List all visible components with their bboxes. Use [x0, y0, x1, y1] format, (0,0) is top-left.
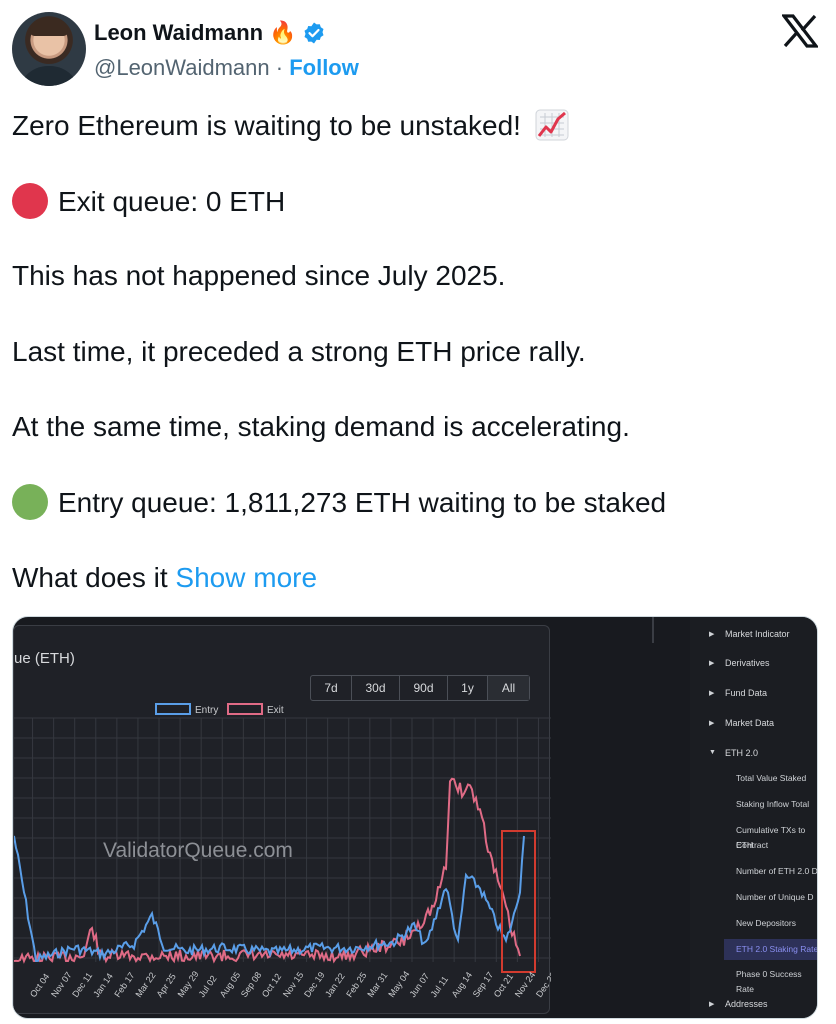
- x-tick-label: Feb 17: [112, 970, 136, 999]
- chart-legend: Entry Exit: [155, 703, 284, 716]
- sidebar-item-addresses[interactable]: Addresses: [725, 999, 768, 1009]
- sidebar-sub-contract[interactable]: Contract: [736, 838, 768, 853]
- tweet-line-2: Exit queue: 0 ETH: [12, 183, 285, 220]
- green-circle-icon: [12, 484, 48, 520]
- queue-chart: Entry Exit ValidatorQueue.com Oct 04Nov 0…: [14, 703, 551, 999]
- avatar-shirt: [18, 66, 80, 86]
- verified-badge-icon: [304, 22, 324, 44]
- sidebar-sub-unique[interactable]: Number of Unique D: [736, 890, 813, 905]
- expand-arrow-icon: ▶: [709, 720, 715, 727]
- exit-series-line: [14, 777, 521, 964]
- author-name[interactable]: Leon Waidmann: [94, 20, 263, 46]
- tweet-line-4: Last time, it preceded a strong ETH pric…: [12, 336, 586, 367]
- sidebar-item-market-data[interactable]: Market Data: [725, 718, 774, 728]
- x-tick-label: Feb 25: [344, 970, 368, 999]
- tweet-line-1: Zero Ethereum is waiting to be unstaked!: [12, 108, 569, 144]
- sidebar-sub-staking-inflow[interactable]: Staking Inflow Total: [736, 797, 809, 812]
- x-tick-label: Aug 14: [450, 970, 475, 999]
- x-tick-label: Oct 12: [260, 972, 283, 999]
- show-more-link[interactable]: Show more: [175, 562, 317, 593]
- tweet-line-1-text: Zero Ethereum is waiting to be unstaked!: [12, 110, 521, 141]
- x-tick-label: Jan 14: [91, 971, 115, 999]
- tweet-line-7: What does it Show more: [12, 560, 317, 596]
- x-tick-label: Aug 05: [218, 970, 243, 999]
- separator: ·: [275, 55, 284, 80]
- sidebar-sub-new-depositors[interactable]: New Depositors: [736, 916, 796, 931]
- fire-emoji-icon: 🔥: [269, 20, 297, 45]
- x-tick-label: Oct 21: [492, 972, 515, 999]
- follow-button[interactable]: Follow: [289, 55, 359, 80]
- x-tick-label: Mar 22: [133, 970, 157, 999]
- tweet-line-6-text: Entry queue: 1,811,273 ETH waiting to be…: [58, 487, 667, 518]
- sidebar-item-fund-data[interactable]: Fund Data: [725, 688, 767, 698]
- x-tick-label: Mar 31: [365, 970, 389, 999]
- sidebar-item-eth2[interactable]: ETH 2.0: [725, 748, 758, 758]
- panel-divider: [652, 617, 654, 643]
- author-handle-row: @LeonWaidmann · Follow: [94, 55, 359, 81]
- legend-swatch-entry: [155, 703, 191, 715]
- chart-panel: ue (ETH) 7d 30d 90d 1y All Entry Exit Val…: [13, 625, 551, 1014]
- tweet-media-image[interactable]: ue (ETH) 7d 30d 90d 1y All Entry Exit Val…: [12, 616, 818, 1019]
- x-tick-label: Jan 22: [323, 971, 347, 999]
- sidebar-sub-total-value-staked[interactable]: Total Value Staked: [736, 771, 806, 786]
- sidebar-sub-staking-rate[interactable]: ETH 2.0 Staking Rate: [724, 939, 817, 960]
- x-logo-icon[interactable]: [782, 14, 818, 48]
- avatar[interactable]: [12, 12, 86, 86]
- x-tick-label: Apr 25: [154, 972, 177, 999]
- sidebar-item-market-indicator[interactable]: Market Indicator: [725, 629, 790, 639]
- legend-label-entry: Entry: [195, 705, 218, 716]
- collapse-arrow-icon: ▼: [709, 749, 716, 756]
- x-tick-label: Dec 28: [534, 970, 551, 999]
- tweet-line-5: At the same time, staking demand is acce…: [12, 411, 630, 442]
- x-axis-ticks: Oct 04Nov 07Dec 11Jan 14Feb 17Mar 22Apr …: [28, 969, 551, 999]
- tweet-line-6: Entry queue: 1,811,273 ETH waiting to be…: [12, 484, 666, 521]
- author-name-row[interactable]: Leon Waidmann 🔥: [94, 20, 326, 46]
- x-tick-label: Dec 11: [70, 971, 94, 1000]
- expand-arrow-icon: ▶: [709, 1001, 715, 1008]
- x-tick-label: Dec 19: [302, 970, 327, 999]
- author-handle[interactable]: @LeonWaidmann: [94, 55, 270, 80]
- x-tick-label: Jul 11: [429, 974, 451, 999]
- tweet-line-3: This has not happened since July 2025.: [12, 260, 506, 291]
- x-tick-label: Oct 04: [28, 972, 51, 999]
- x-tick-label: Sep 08: [239, 970, 264, 999]
- expand-arrow-icon: ▶: [709, 631, 715, 638]
- tweet-line-7-text: What does it: [12, 562, 168, 593]
- tweet-line-2-text: Exit queue: 0 ETH: [58, 186, 286, 217]
- expand-arrow-icon: ▶: [709, 690, 715, 697]
- expand-arrow-icon: ▶: [709, 660, 715, 667]
- sidebar-item-derivatives[interactable]: Derivatives: [725, 658, 770, 668]
- x-tick-label: Nov 07: [49, 970, 74, 999]
- x-tick-label: Nov 24: [513, 970, 538, 999]
- red-circle-icon: [12, 183, 48, 219]
- sidebar-sub-number-eth2[interactable]: Number of ETH 2.0 D: [736, 864, 817, 879]
- legend-swatch-exit: [227, 703, 263, 715]
- legend-label-exit: Exit: [267, 705, 284, 716]
- x-tick-label: Jul 02: [197, 974, 219, 999]
- avatar-hair: [30, 18, 68, 36]
- x-tick-label: Nov 15: [281, 970, 306, 999]
- watermark: ValidatorQueue.com: [103, 839, 293, 862]
- sidebar-menu: ▶ Market Indicator ▶ Derivatives ▶ Fund …: [690, 617, 817, 1018]
- sidebar-sub-phase0[interactable]: Phase 0 Success Rate: [736, 967, 817, 997]
- chart-increasing-icon: [535, 109, 569, 141]
- x-tick-label: Sep 17: [471, 970, 496, 999]
